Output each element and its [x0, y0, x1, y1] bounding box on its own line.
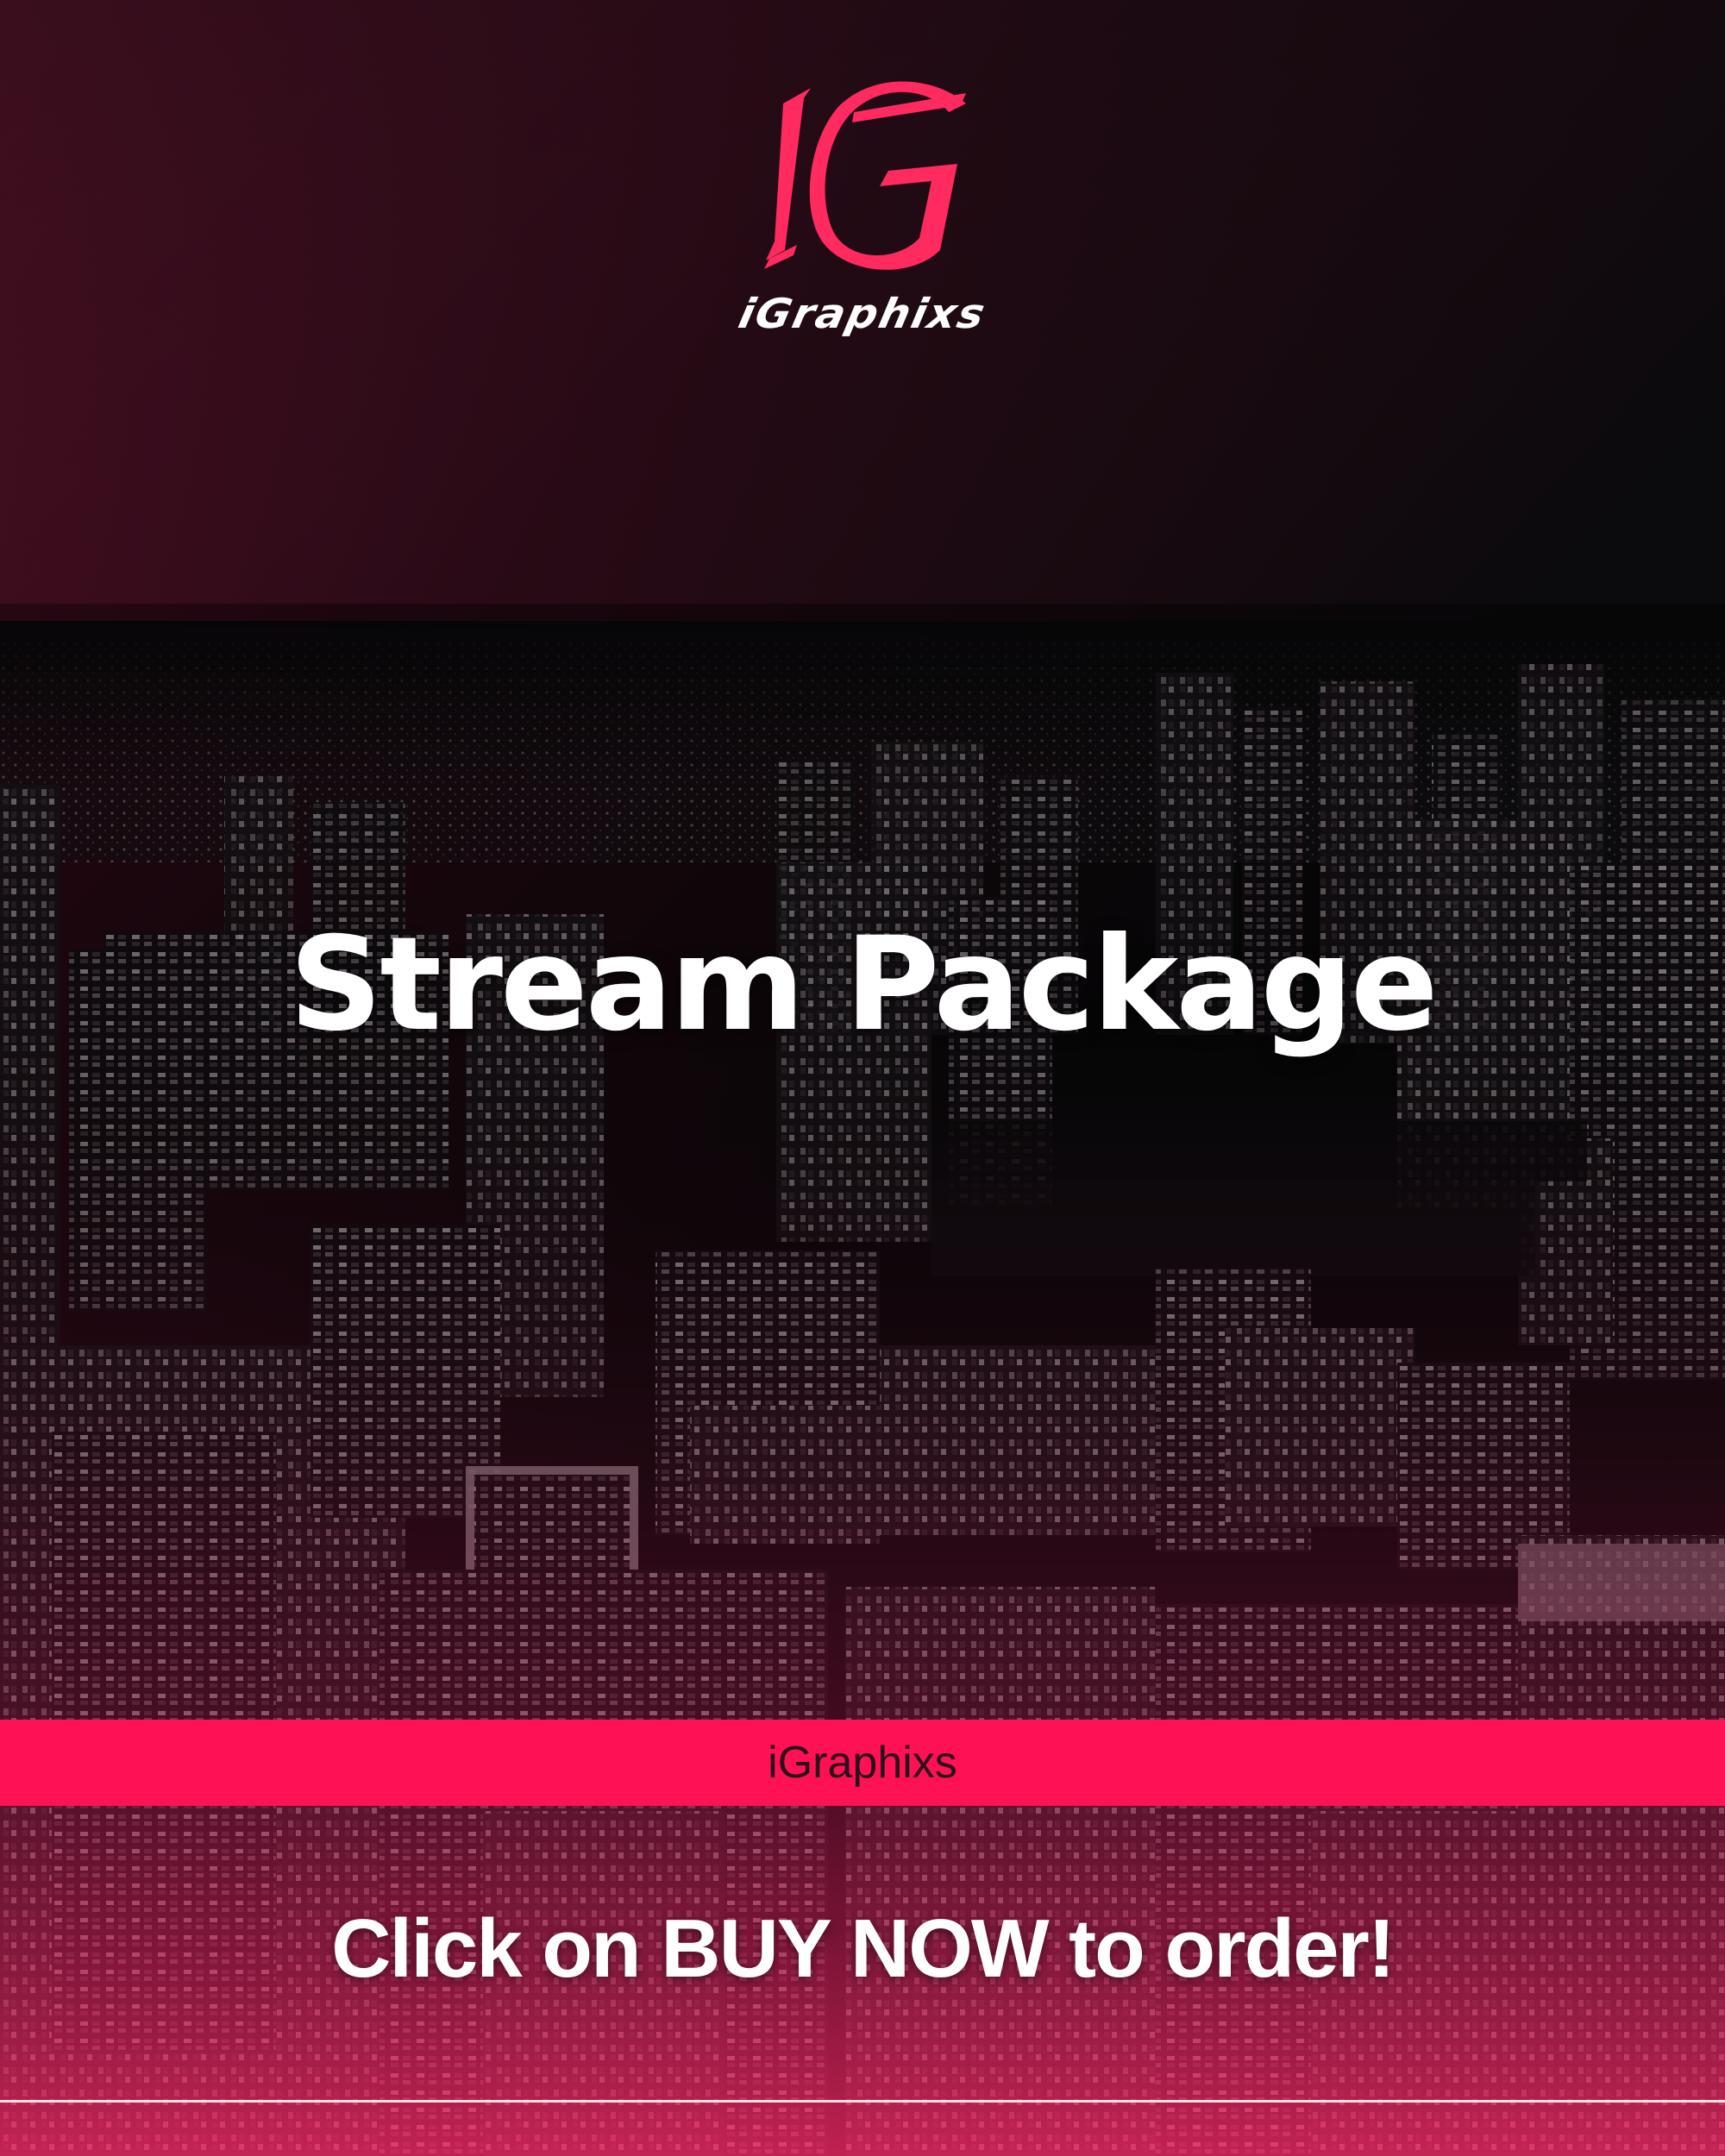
- headline: Stream Package: [289, 910, 1438, 1060]
- brand-logo: iGraphixs: [690, 78, 1035, 362]
- call-to-action-text: Click on BUY NOW to order!: [331, 1902, 1396, 1995]
- ig-logo-icon: [764, 81, 966, 270]
- brand-band: iGraphixs: [0, 1720, 1725, 1806]
- logo-wordmark: iGraphixs: [734, 290, 991, 338]
- bottom-divider: [0, 2100, 1725, 2103]
- promo-poster: iGraphixs Stream Package iGraphixs Click…: [0, 0, 1725, 2156]
- brand-band-text: iGraphixs: [768, 1738, 957, 1788]
